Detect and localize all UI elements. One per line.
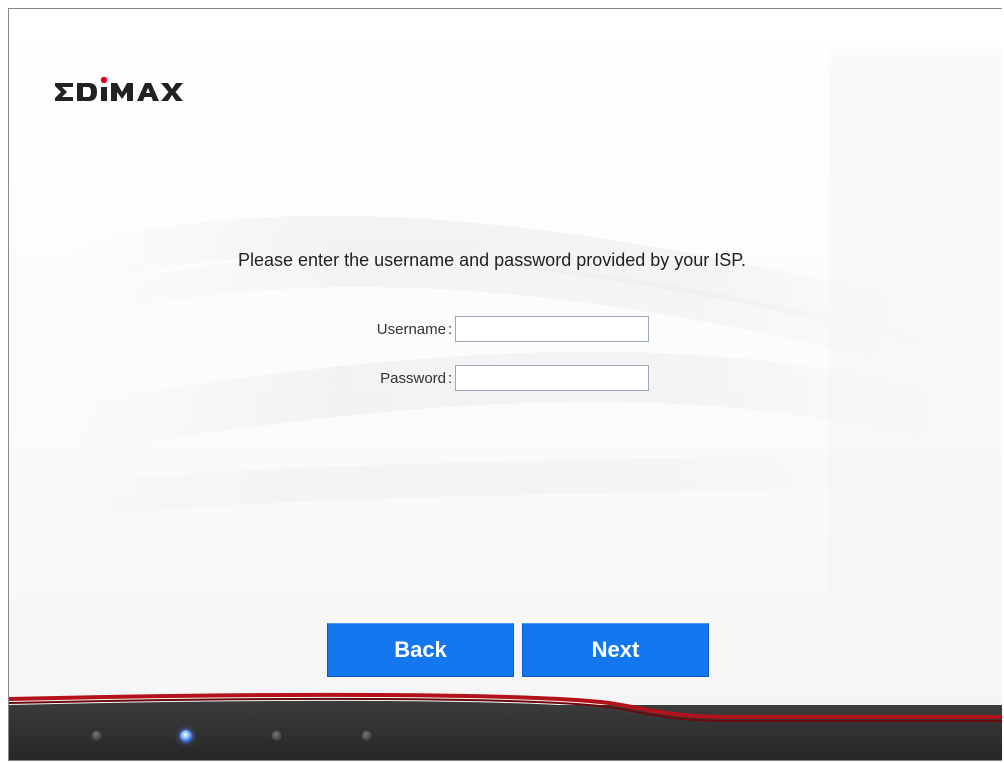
password-separator: : xyxy=(448,369,453,387)
step-dot-3 xyxy=(271,730,283,742)
username-label: Username xyxy=(376,320,446,338)
instruction-text: Please enter the username and password p… xyxy=(238,250,746,270)
username-input[interactable] xyxy=(455,316,650,342)
step-dot-4 xyxy=(361,730,373,742)
step-indicator xyxy=(9,725,1002,755)
step-dot-2-active xyxy=(180,730,192,742)
edimax-logo xyxy=(55,76,183,101)
username-row: Username : xyxy=(238,315,658,343)
username-separator: : xyxy=(448,320,453,338)
back-button[interactable]: Back xyxy=(327,623,514,677)
step-dot-1 xyxy=(91,730,103,742)
password-input[interactable] xyxy=(455,365,650,391)
setup-wizard-window: Please enter the username and password p… xyxy=(8,8,1002,761)
next-button[interactable]: Next xyxy=(522,623,709,677)
password-label: Password xyxy=(380,369,446,387)
password-row: Password : xyxy=(238,364,658,392)
